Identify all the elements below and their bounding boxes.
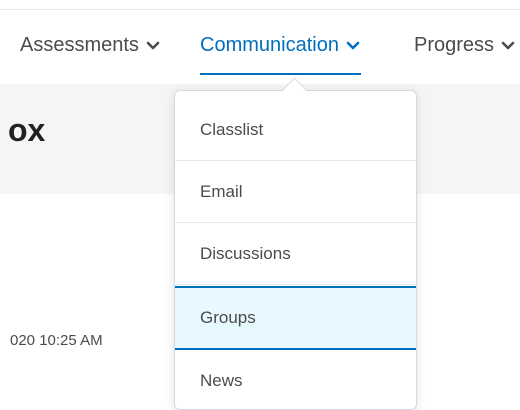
chevron-down-icon <box>146 41 160 49</box>
menu-item-label: Email <box>200 181 243 201</box>
menu-item-email[interactable]: Email <box>175 161 416 223</box>
nav-item-progress[interactable]: Progress <box>414 34 515 57</box>
menu-item-news[interactable]: News <box>175 350 416 409</box>
nav-item-label: Assessments <box>20 34 139 56</box>
nav-item-label: Communication <box>200 34 339 56</box>
menu-item-label: Groups <box>200 308 256 327</box>
menu-item-label: Discussions <box>200 243 291 263</box>
menu-item-classlist[interactable]: Classlist <box>175 99 416 161</box>
menu-item-label: News <box>200 371 243 390</box>
nav-item-assessments[interactable]: Assessments <box>20 34 160 57</box>
menu-item-label: Classlist <box>200 119 264 139</box>
chevron-down-icon <box>346 41 360 49</box>
communication-dropdown-menu: Classlist Email Discussions Groups News <box>174 90 417 410</box>
active-nav-underline <box>200 73 361 75</box>
menu-item-discussions[interactable]: Discussions <box>175 223 416 285</box>
course-navbar: Assessments Communication Progress <box>0 10 520 84</box>
nav-item-communication[interactable]: Communication <box>200 34 360 57</box>
timestamp: 020 10:25 AM <box>10 332 103 349</box>
menu-item-groups[interactable]: Groups <box>175 286 416 350</box>
page-title: ox <box>8 112 46 148</box>
nav-item-label: Progress <box>414 34 495 56</box>
chevron-down-icon <box>501 41 515 49</box>
